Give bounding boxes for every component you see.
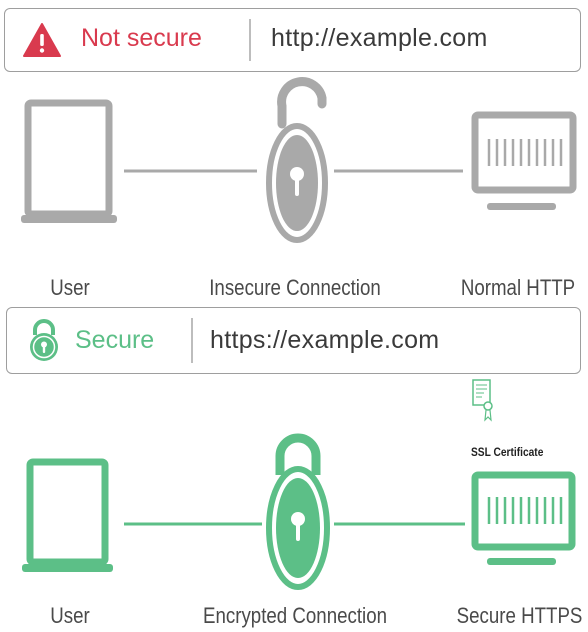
normal-http-label: Normal HTTP	[460, 275, 576, 300]
http-url-text: http://example.com	[271, 24, 488, 52]
padlock-secure-icon	[30, 319, 58, 361]
address-bar-divider	[191, 318, 193, 363]
user-label-insecure: User	[50, 275, 90, 300]
secure-label: Secure	[75, 326, 155, 354]
insecure-address-bar[interactable]: Not secure http://example.com	[4, 8, 581, 72]
laptop-icon	[22, 458, 113, 572]
closed-padlock-icon	[266, 433, 330, 590]
not-secure-label: Not secure	[81, 24, 202, 52]
secure-https-label: Secure HTTPS	[456, 603, 583, 628]
encrypted-connection-label: Encrypted Connection	[203, 603, 387, 628]
certificate-icon	[472, 379, 493, 422]
secure-address-bar[interactable]: Secure https://example.com	[6, 307, 581, 374]
server-monitor-icon	[471, 111, 577, 210]
user-label-secure: User	[50, 603, 90, 628]
address-bar-divider	[249, 19, 251, 61]
open-padlock-icon	[266, 77, 328, 243]
insecure-diagram	[21, 77, 577, 243]
ssl-certificate-label: SSL Certificate	[471, 445, 544, 459]
warning-icon	[23, 23, 61, 57]
laptop-icon	[21, 99, 117, 223]
https-url-text: https://example.com	[210, 326, 440, 354]
secure-diagram	[22, 379, 576, 590]
server-monitor-icon	[471, 471, 576, 565]
insecure-connection-label: Insecure Connection	[209, 275, 381, 300]
